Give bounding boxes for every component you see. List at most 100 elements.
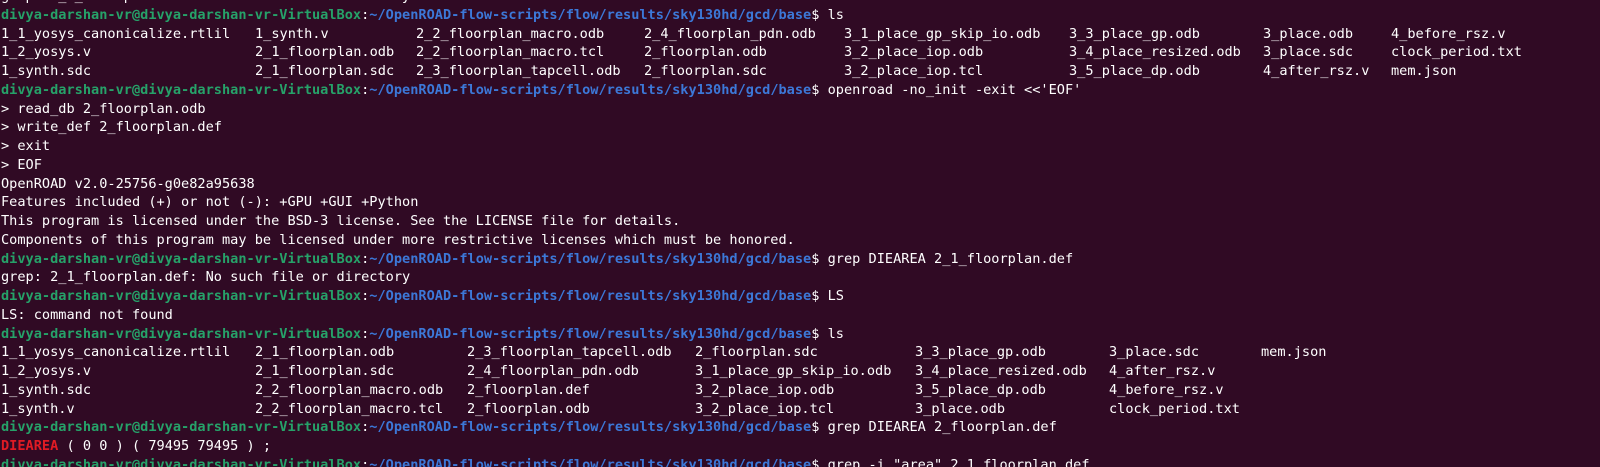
prompt-user-host: divya-darshan-vr@divya-darshan-vr-Virtua… [1, 81, 362, 98]
output-line: Components of this program may be licens… [1, 231, 1600, 250]
output-text: > write_def 2_floorplan.def [1, 119, 222, 136]
file-entry [1261, 381, 1391, 400]
command-text: ls [827, 6, 844, 23]
output-line: DIEAREA ( 0 0 ) ( 79495 79495 ) ; [1, 437, 1600, 456]
file-entry: 2_1_floorplan.odb [255, 344, 395, 361]
ls-row: 1_synth.sdc 2_1_floorplan.sdc 2_3_floorpla… [1, 62, 1600, 81]
prompt-dollar: $ [811, 456, 828, 467]
output-text: Features included (+) or not (-): +GPU +… [1, 194, 419, 211]
prompt-line: divya-darshan-vr@divya-darshan-vr-Virtua… [1, 287, 1600, 306]
output-line: grep: 2_1_floorplan.def: No such file or… [1, 268, 1600, 287]
prompt-user-host: divya-darshan-vr@divya-darshan-vr-Virtua… [1, 325, 362, 342]
file-entry: 4_after_rsz.v [1109, 363, 1216, 379]
prompt-line: divya-darshan-vr@divya-darshan-vr-Virtua… [1, 418, 1600, 437]
output-text: grep: 2_1_floorplan.def: No such file or… [1, 269, 411, 286]
file-entry: 3_place.sdc [1109, 344, 1200, 361]
prompt-line: divya-darshan-vr@divya-darshan-vr-Virtua… [1, 250, 1600, 269]
output-text: grep: 2_1_floorplan.def: No such file or… [1, 0, 410, 4]
prompt-path: ~/OpenROAD-flow-scripts/flow/results/sky… [369, 288, 812, 304]
file-entry: 3_1_place_gp_skip_io.odb [844, 25, 1041, 42]
file-entry: 2_floorplan.def [467, 381, 590, 398]
file-entry: 3_2_place_iop.odb [695, 381, 835, 398]
ls-row: 1_synth.sdc 2_2_floorplan_macro.odb 2_floo… [1, 381, 1600, 400]
command-text: LS [827, 288, 844, 304]
file-entry: 3_place.odb [1263, 25, 1354, 42]
file-entry: 3_3_place_gp.odb [915, 344, 1046, 361]
file-entry: 3_4_place_resized.odb [915, 363, 1087, 379]
file-entry: 3_2_place_iop.tcl [695, 400, 835, 417]
file-entry: 4_before_rsz.v [1109, 381, 1224, 398]
prompt-dollar: $ [811, 81, 828, 98]
file-entry: 3_place.odb [915, 400, 1006, 417]
file-entry: 3_place.sdc [1263, 44, 1354, 61]
file-entry: 3_2_place_iop.odb [844, 44, 984, 61]
command-text: ls [827, 325, 844, 342]
file-entry: 3_2_place_iop.tcl [844, 63, 984, 79]
file-entry: 1_synth.sdc [1, 63, 92, 79]
ls-row: 1_2_yosys.v 2_1_floorplan.odb 2_2_floorpla… [1, 43, 1600, 62]
command-text: openroad -no_init -exit <<'EOF' [827, 81, 1082, 98]
file-entry: 3_4_place_resized.odb [1069, 44, 1241, 61]
prompt-dollar: $ [811, 419, 828, 436]
prompt-user-host: divya-darshan-vr@divya-darshan-vr-Virtua… [1, 250, 362, 267]
prompt-path: ~/OpenROAD-flow-scripts/flow/results/sky… [369, 325, 812, 342]
ls-row: 1_2_yosys.v 2_1_floorplan.sdc 2_4_floorpla… [1, 362, 1600, 381]
output-line: This program is licensed under the BSD-3… [1, 212, 1600, 231]
file-entry: 2_floorplan.odb [644, 44, 767, 61]
terminal-window[interactable]: grep: 2_1_floorplan.def: No such file or… [0, 0, 1600, 467]
file-entry: 2_floorplan.sdc [644, 63, 767, 79]
output-text: > exit [1, 138, 51, 154]
file-entry: 4_before_rsz.v [1391, 25, 1506, 42]
output-text: This program is licensed under the BSD-3… [1, 213, 681, 229]
ls-row: 1_1_yosys_canonicalize.rtlil 2_1_floorpla… [1, 343, 1600, 362]
output-text: LS: command not found [1, 306, 173, 323]
prompt-user-host: divya-darshan-vr@divya-darshan-vr-Virtua… [1, 456, 362, 467]
output-line: > exit [1, 137, 1600, 156]
file-entry: mem.json [1391, 63, 1457, 79]
prompt-line: divya-darshan-vr@divya-darshan-vr-Virtua… [1, 325, 1600, 344]
file-entry: 2_3_floorplan_tapcell.odb [416, 63, 621, 79]
prompt-line: divya-darshan-vr@divya-darshan-vr-Virtua… [1, 456, 1600, 467]
file-entry: 2_3_floorplan_tapcell.odb [467, 344, 672, 361]
file-entry: 2_2_floorplan_macro.odb [416, 25, 605, 42]
prompt-line: divya-darshan-vr@divya-darshan-vr-Virtua… [1, 6, 1600, 25]
prompt-user-host: divya-darshan-vr@divya-darshan-vr-Virtua… [1, 6, 362, 23]
command-text: grep DIEAREA 2_floorplan.def [827, 419, 1057, 436]
command-text: grep DIEAREA 2_1_floorplan.def [827, 250, 1074, 267]
file-entry: clock_period.txt [1109, 400, 1240, 417]
file-entry: 4_after_rsz.v [1263, 63, 1370, 79]
file-entry: 2_floorplan.odb [467, 400, 590, 417]
prompt-dollar: $ [811, 250, 828, 267]
ls-row: 1_synth.v 2_2_floorplan_macro.tcl 2_floorp… [1, 400, 1600, 419]
file-entry: 1_2_yosys.v [1, 44, 92, 61]
file-entry: 2_1_floorplan.odb [255, 44, 395, 61]
output-line: OpenROAD v2.0-25756-g0e82a95638 [1, 175, 1600, 194]
output-text: ( 0 0 ) ( 79495 79495 ) ; [58, 438, 272, 454]
file-entry: 1_1_yosys_canonicalize.rtlil [1, 344, 231, 361]
output-line: > read_db 2_floorplan.odb [1, 100, 1600, 119]
prompt-line: divya-darshan-vr@divya-darshan-vr-Virtua… [1, 81, 1600, 100]
file-entry: 3_3_place_gp.odb [1069, 25, 1200, 42]
file-entry: 2_2_floorplan_macro.tcl [255, 400, 444, 417]
file-entry: 2_1_floorplan.sdc [255, 363, 395, 379]
prompt-dollar: $ [811, 288, 828, 304]
prompt-path: ~/OpenROAD-flow-scripts/flow/results/sky… [369, 250, 812, 267]
prompt-dollar: $ [811, 325, 828, 342]
prompt-path: ~/OpenROAD-flow-scripts/flow/results/sky… [369, 6, 812, 23]
file-entry: 2_4_floorplan_pdn.odb [644, 25, 816, 42]
file-entry: 2_1_floorplan.sdc [255, 63, 395, 79]
output-text: > EOF [1, 156, 42, 173]
file-entry: 1_synth.sdc [1, 381, 92, 398]
file-entry [1261, 400, 1391, 419]
output-line: > EOF [1, 156, 1600, 175]
prompt-user-host: divya-darshan-vr@divya-darshan-vr-Virtua… [1, 419, 362, 436]
file-entry: 2_4_floorplan_pdn.odb [467, 363, 639, 379]
terminal-output: grep: 2_1_floorplan.def: No such file or… [1, 0, 1600, 467]
prompt-dollar: $ [811, 6, 828, 23]
file-entry: 2_2_floorplan_macro.odb [255, 381, 444, 398]
file-entry: mem.json [1261, 344, 1327, 361]
file-entry: 1_2_yosys.v [1, 363, 92, 379]
file-entry: 1_synth.v [255, 25, 329, 42]
ls-row: 1_1_yosys_canonicalize.rtlil 1_synth.v 2_2… [1, 25, 1600, 44]
file-entry: 1_1_yosys_canonicalize.rtlil [1, 25, 231, 42]
